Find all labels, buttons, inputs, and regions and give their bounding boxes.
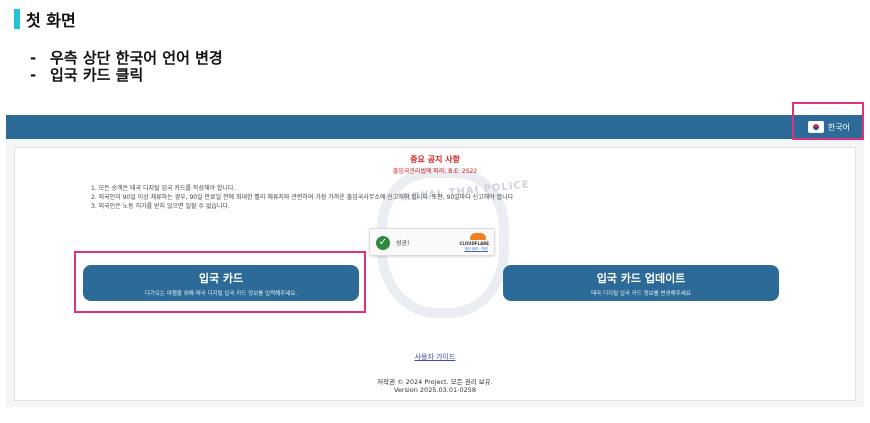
captcha-links[interactable]: 개인 정보 · 약관 xyxy=(464,247,488,252)
entry-card-highlight-box xyxy=(74,251,366,313)
guide-title: 첫 화면 xyxy=(14,8,76,30)
version-text: Version 2025.03.01-0258 xyxy=(393,386,477,394)
cloudflare-logo-icon xyxy=(470,233,486,240)
notice-item: 1. 모든 승객은 태국 디지털 입국 카드를 작성해야 합니다. xyxy=(91,185,236,192)
guide-step: 입국 카드 클릭 xyxy=(30,67,223,84)
update-card-button[interactable]: 입국 카드 업데이트 태국 디지털 입국 카드 정보를 변경해주세요 xyxy=(503,265,779,301)
notice-title: 중요 공지 사항 xyxy=(410,155,460,164)
guide-steps: 우측 상단 한국어 언어 변경 입국 카드 클릭 xyxy=(30,50,223,84)
guide-accent-bar xyxy=(14,9,20,29)
notice-item: 2. 외국인이 90일 이상 체류하는 경우, 90일 만료일 전에 최대한 빨… xyxy=(91,194,514,201)
user-guide-link[interactable]: 사용자 가이드 xyxy=(15,352,855,362)
update-card-label: 입국 카드 업데이트 xyxy=(596,272,686,285)
copyright-text: 저작권 © 2024 Project. 모든 권리 보유. xyxy=(377,378,493,386)
guide-title-text: 첫 화면 xyxy=(26,11,76,30)
captcha-widget[interactable]: ✓ 성공! CLOUDFLARE 개인 정보 · 약관 xyxy=(369,228,495,256)
language-highlight-box xyxy=(792,102,864,140)
guide-step: 우측 상단 한국어 언어 변경 xyxy=(30,50,223,67)
captcha-status: 성공! xyxy=(396,240,410,247)
update-card-description: 태국 디지털 입국 카드 정보를 변경해주세요 xyxy=(591,291,691,297)
notice-subtitle: 출입국관리법에 따라, B.E. 2522 xyxy=(392,168,478,175)
check-icon: ✓ xyxy=(376,236,390,250)
captcha-brand: CLOUDFLARE xyxy=(459,241,490,246)
notice-item: 3. 외국인은 노동 허가를 받지 않으면 일할 수 없습니다. xyxy=(91,203,230,210)
notice-list: 1. 모든 승객은 태국 디지털 입국 카드를 작성해야 합니다. 2. 외국인… xyxy=(91,184,513,211)
top-bar: 한국어 xyxy=(6,115,864,139)
